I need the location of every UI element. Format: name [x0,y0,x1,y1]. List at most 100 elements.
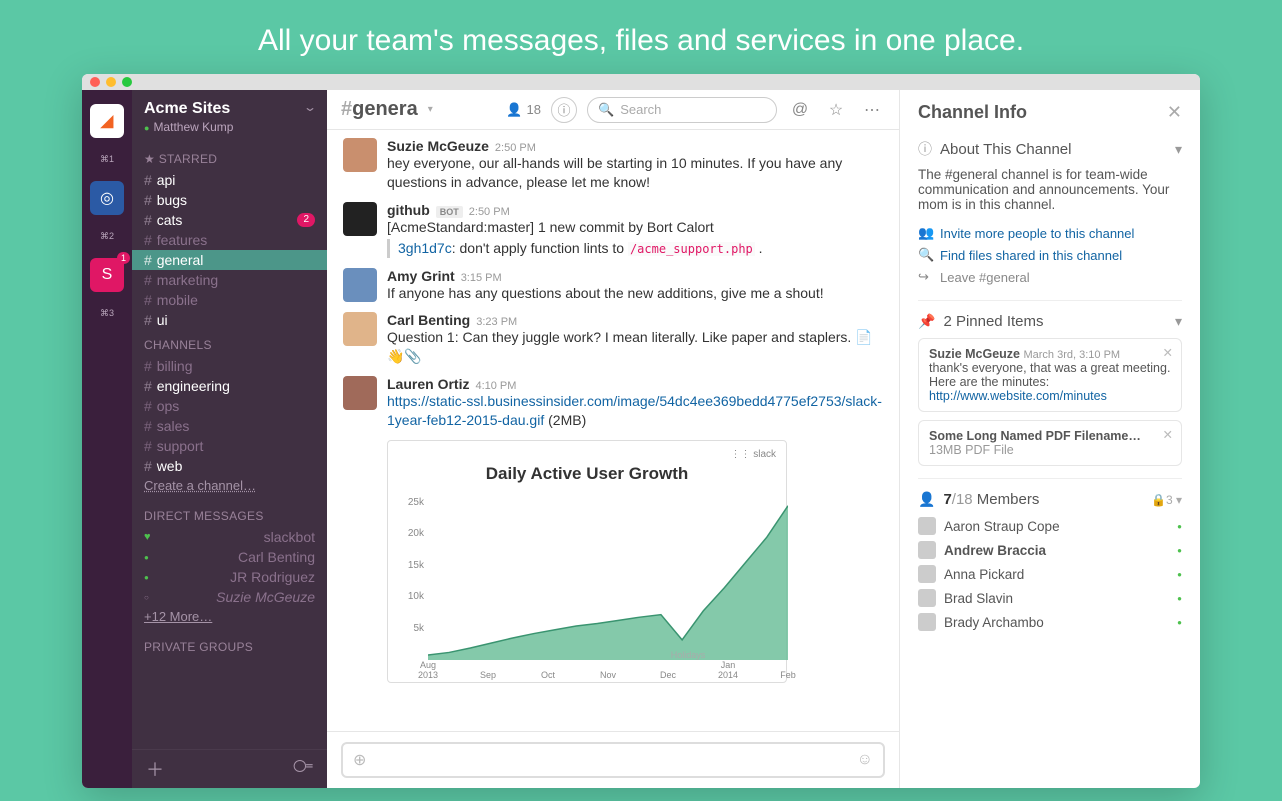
more-dms-link[interactable]: +12 More… [132,607,327,626]
sidebar-item-marketing[interactable]: # marketing [132,270,327,290]
center-column: #genera ▾ 👤18 ⓘ 🔍 Search @ ☆ ⋯ Suzie McG… [327,90,900,788]
create-channel-link[interactable]: Create a channel… [132,476,327,495]
star-icon[interactable]: ☆ [823,97,849,123]
close-icon[interactable]: ✕ [1163,427,1173,442]
sidebar-item-billing[interactable]: # billing [132,356,327,376]
lock-icon: 🔒 [1151,493,1166,507]
bot-badge: BOT [436,206,463,218]
more-icon[interactable]: ⋯ [859,97,885,123]
find-files-link[interactable]: 🔍Find files shared in this channel [918,244,1182,266]
avatar[interactable] [343,312,377,346]
workspace-icon-3[interactable]: S 1 [90,258,124,292]
team-name: Acme Sites [144,100,233,118]
username[interactable]: github [387,202,430,218]
avatar[interactable] [343,202,377,236]
zoom-dot[interactable] [122,77,132,87]
sidebar-item-web[interactable]: # web [132,456,327,476]
info-icon: ⓘ [918,139,932,159]
leave-link[interactable]: ↪Leave #general [918,266,1182,288]
x-tick: Dec [660,670,676,680]
chevron-down-icon: ▾ [1175,313,1182,330]
workspace-label-3: ⌘3 [100,308,114,319]
username[interactable]: Amy Grint [387,268,455,284]
member-count[interactable]: 👤18 [506,102,541,118]
sidebar-item-bugs[interactable]: # bugs [132,190,327,210]
y-tick: 15k [398,560,424,571]
pinned-header[interactable]: 📌2 Pinned Items ▾ [918,313,1182,330]
close-dot[interactable] [90,77,100,87]
dm-item[interactable]: JR Rodriguez [132,567,327,587]
member-row[interactable]: Anna Pickard● [918,562,1182,586]
info-icon[interactable]: ⓘ [551,97,577,123]
person-icon: 👤 [918,491,935,508]
dm-item[interactable]: Suzie McGeuze [132,587,327,607]
workspace-icon-1[interactable]: ◢ [90,104,124,138]
avatar[interactable] [343,268,377,302]
sidebar-item-ui[interactable]: # ui [132,310,327,330]
message: Suzie McGeuze2:50 PMhey everyone, our al… [343,138,883,192]
sidebar-item-engineering[interactable]: # engineering [132,376,327,396]
dm-item[interactable]: Carl Benting [132,547,327,567]
member-row[interactable]: Andrew Braccia● [918,538,1182,562]
presence-dot: ● [1177,570,1182,579]
dm-item[interactable]: slackbot [132,527,327,547]
team-header[interactable]: Acme Sites Matthew Kump ⌄ [132,90,327,144]
y-tick: 25k [398,497,424,508]
dm-heading: DIRECT MESSAGES [132,509,327,523]
member-row[interactable]: Aaron Straup Cope● [918,514,1182,538]
sidebar-item-support[interactable]: # support [132,436,327,456]
avatar [918,565,936,583]
x-tick: Nov [600,670,616,680]
avatar[interactable] [343,376,377,410]
pin-icon: 📌 [918,313,935,330]
chevron-down-icon[interactable]: ▾ [428,104,433,115]
sidebar-item-api[interactable]: # api [132,170,327,190]
sidebar-item-ops[interactable]: # ops [132,396,327,416]
avatar [918,613,936,631]
username[interactable]: Lauren Ortiz [387,376,469,392]
pinned-item[interactable]: ✕ Suzie McGeuze March 3rd, 3:10 PM thank… [918,338,1182,412]
close-icon[interactable]: ✕ [1167,102,1182,123]
leave-icon: ↪ [918,269,932,285]
x-tick: Sep [480,670,496,680]
sidebar-item-mobile[interactable]: # mobile [132,290,327,310]
right-panel: Channel Info ✕ ⓘAbout This Channel ▾ The… [900,90,1200,788]
add-icon[interactable]: ＋ [146,756,164,782]
channel-header: #genera ▾ 👤18 ⓘ 🔍 Search @ ☆ ⋯ [327,90,899,130]
invite-link[interactable]: 👥Invite more people to this channel [918,222,1182,244]
search-input[interactable]: 🔍 Search [587,97,777,123]
chevron-down-icon: ▾ [1176,493,1182,507]
plus-icon[interactable]: ⊕ [353,750,366,770]
search-icon: 🔍 [918,247,932,263]
presence-dot: ● [1177,522,1182,531]
chevron-down-icon: ▾ [1175,141,1182,158]
search-history-icon[interactable]: ⧃ [293,756,313,782]
username[interactable]: Carl Benting [387,312,470,328]
members-header[interactable]: 👤 7/18 Members 🔒3 ▾ [918,491,1182,508]
sidebar-item-features[interactable]: # features [132,230,327,250]
workspace-icon-2[interactable]: ◎ [90,181,124,215]
channel-name[interactable]: #genera [341,98,418,121]
timestamp: 2:50 PM [469,206,510,218]
search-placeholder: Search [620,102,661,117]
emoji-icon[interactable]: ☺ [857,751,873,769]
avatar[interactable] [343,138,377,172]
chart-annotation: Holidays [671,650,706,660]
search-icon: 🔍 [598,102,614,118]
mentions-icon[interactable]: @ [787,97,813,123]
sidebar-item-sales[interactable]: # sales [132,416,327,436]
minimize-dot[interactable] [106,77,116,87]
sidebar-item-cats[interactable]: # cats2 [132,210,327,230]
pinned-item[interactable]: ✕ Some Long Named PDF Filename… 13MB PDF… [918,420,1182,466]
avatar [918,517,936,535]
channels-heading: CHANNELS [132,338,327,352]
username[interactable]: Suzie McGeuze [387,138,489,154]
close-icon[interactable]: ✕ [1163,345,1173,360]
sidebar-item-general[interactable]: # general [132,250,327,270]
sidebar: Acme Sites Matthew Kump ⌄ STARRED # api#… [132,90,327,788]
chart-attachment[interactable]: ⋮⋮ slackDaily Active User Growth5k10k15k… [387,440,787,683]
about-header[interactable]: ⓘAbout This Channel ▾ [918,139,1182,159]
message-input[interactable]: ⊕ ☺ [341,742,885,778]
member-row[interactable]: Brad Slavin● [918,586,1182,610]
member-row[interactable]: Brady Archambo● [918,610,1182,634]
